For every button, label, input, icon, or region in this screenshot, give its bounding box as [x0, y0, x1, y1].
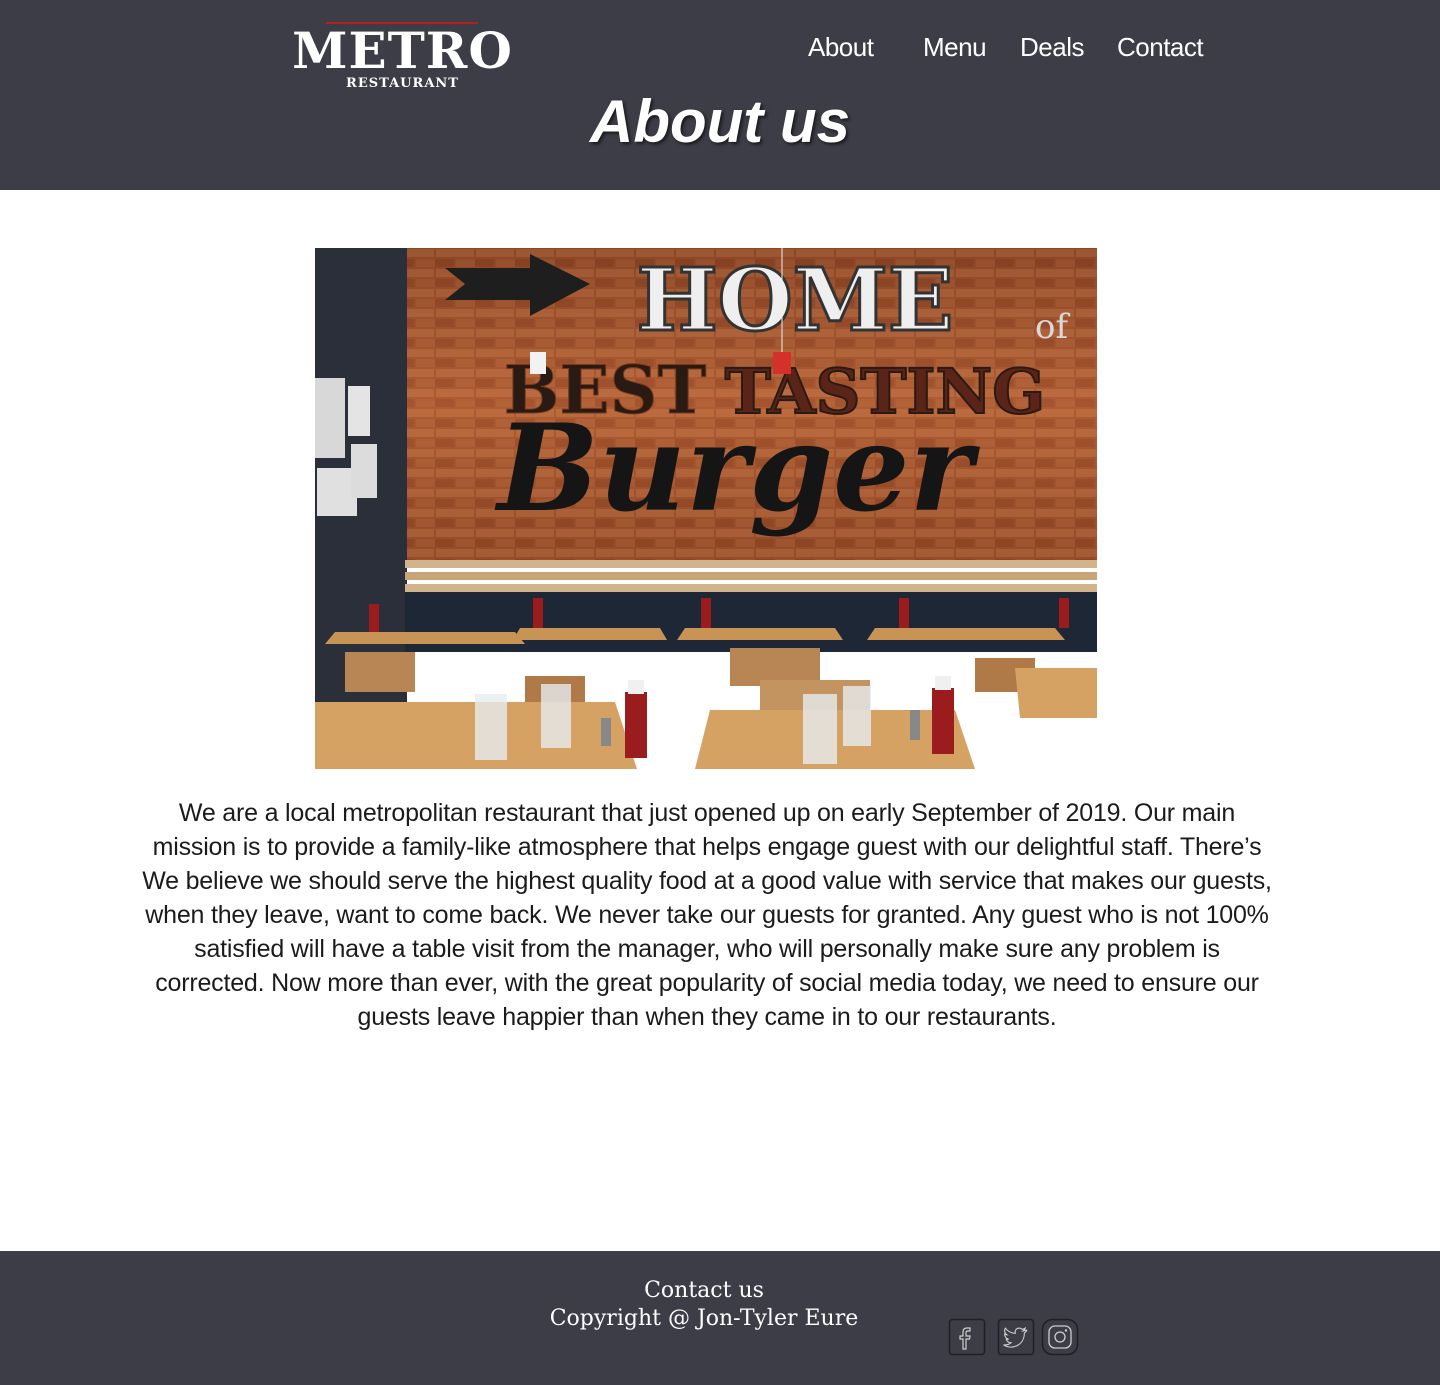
- nav-link-contact[interactable]: Contact: [1117, 30, 1204, 64]
- facebook-icon[interactable]: [948, 1318, 986, 1356]
- wall-text-of: of: [1035, 307, 1070, 347]
- nav-link-about[interactable]: About: [808, 30, 874, 64]
- about-paragraph: We are a local metropolitan restaurant t…: [142, 799, 1272, 1031]
- site-footer: Contact us Copyright @ Jon-Tyler Eure: [0, 1251, 1440, 1385]
- nav-link-menu[interactable]: Menu: [923, 30, 987, 64]
- page-title: About us: [590, 88, 850, 155]
- instagram-icon[interactable]: [1041, 1318, 1079, 1356]
- site-header: METRO RESTAURANT About Menu Deals Contac…: [0, 0, 1440, 190]
- wall-text-burger: Burger: [494, 398, 980, 539]
- restaurant-interior-image: HOME of BEST TASTING Burger: [315, 248, 1097, 769]
- wall-text-home: HOME: [637, 250, 954, 351]
- footer-contact-link[interactable]: Contact us: [0, 1277, 1408, 1305]
- metro-logo[interactable]: METRO RESTAURANT: [280, 20, 525, 94]
- nav-link-deals[interactable]: Deals: [1020, 30, 1084, 64]
- logo-wordmark: METRO: [292, 21, 513, 80]
- footer-copyright: Copyright @ Jon-Tyler Eure: [549, 1306, 859, 1331]
- twitter-icon[interactable]: [997, 1318, 1035, 1356]
